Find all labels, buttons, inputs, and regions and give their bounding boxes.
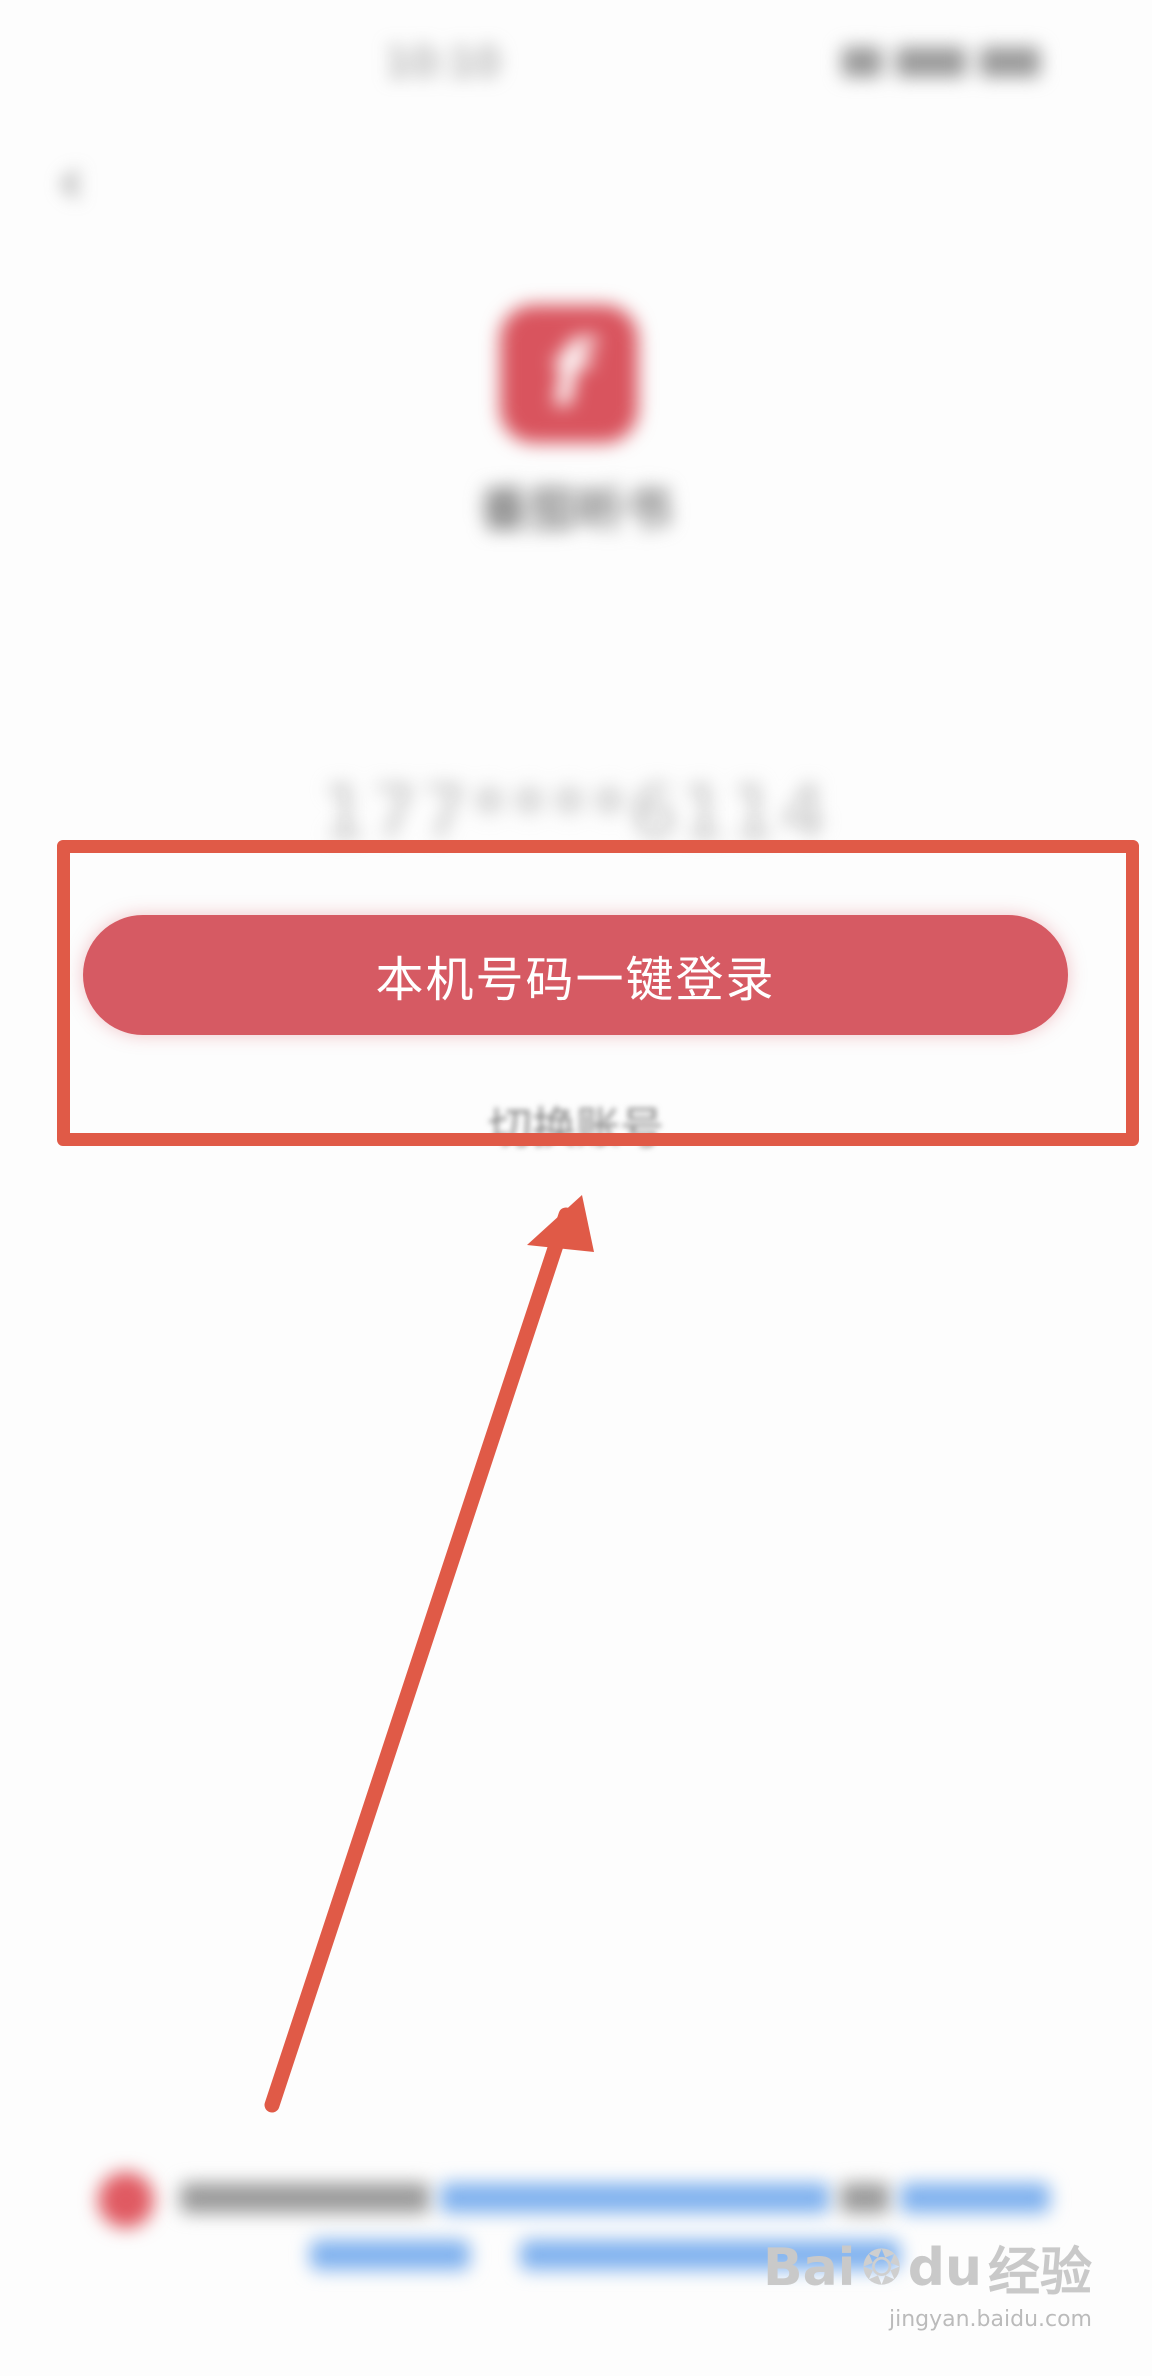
paw-icon: ❂ [861,2239,902,2296]
app-logo-glyph: f [549,321,589,427]
battery-icon [980,47,1040,77]
agreement-link[interactable] [900,2183,1050,2213]
watermark-url: jingyan.baidu.com [888,2307,1092,2332]
agreement-link[interactable] [440,2183,830,2213]
wifi-icon [896,47,966,77]
agreement-link[interactable] [310,2240,470,2270]
back-icon[interactable]: ‹ [58,150,84,214]
watermark-logo: Bai ❂ du 经验 [763,2230,1092,2305]
agreement-text-line [180,2183,430,2213]
app-logo: f [500,305,638,443]
arrow-shaft [264,1207,574,2113]
agreement-checkbox[interactable] [98,2172,154,2228]
watermark-brand-cn: 经验 [987,2243,1092,2303]
arrow-head [527,1195,594,1252]
watermark-brand: Bai [762,2237,856,2298]
status-time: 10:10 [385,40,501,86]
annotation-highlight-box [57,840,1139,1146]
agreement-text-line [840,2183,890,2213]
status-icons [842,44,1062,80]
watermark-brand-suffix: du [907,2237,982,2298]
app-name: 番茄听书 [479,482,672,538]
watermark: Bai ❂ du 经验 jingyan.baidu.com [763,2230,1092,2333]
signal-icon [842,47,882,77]
